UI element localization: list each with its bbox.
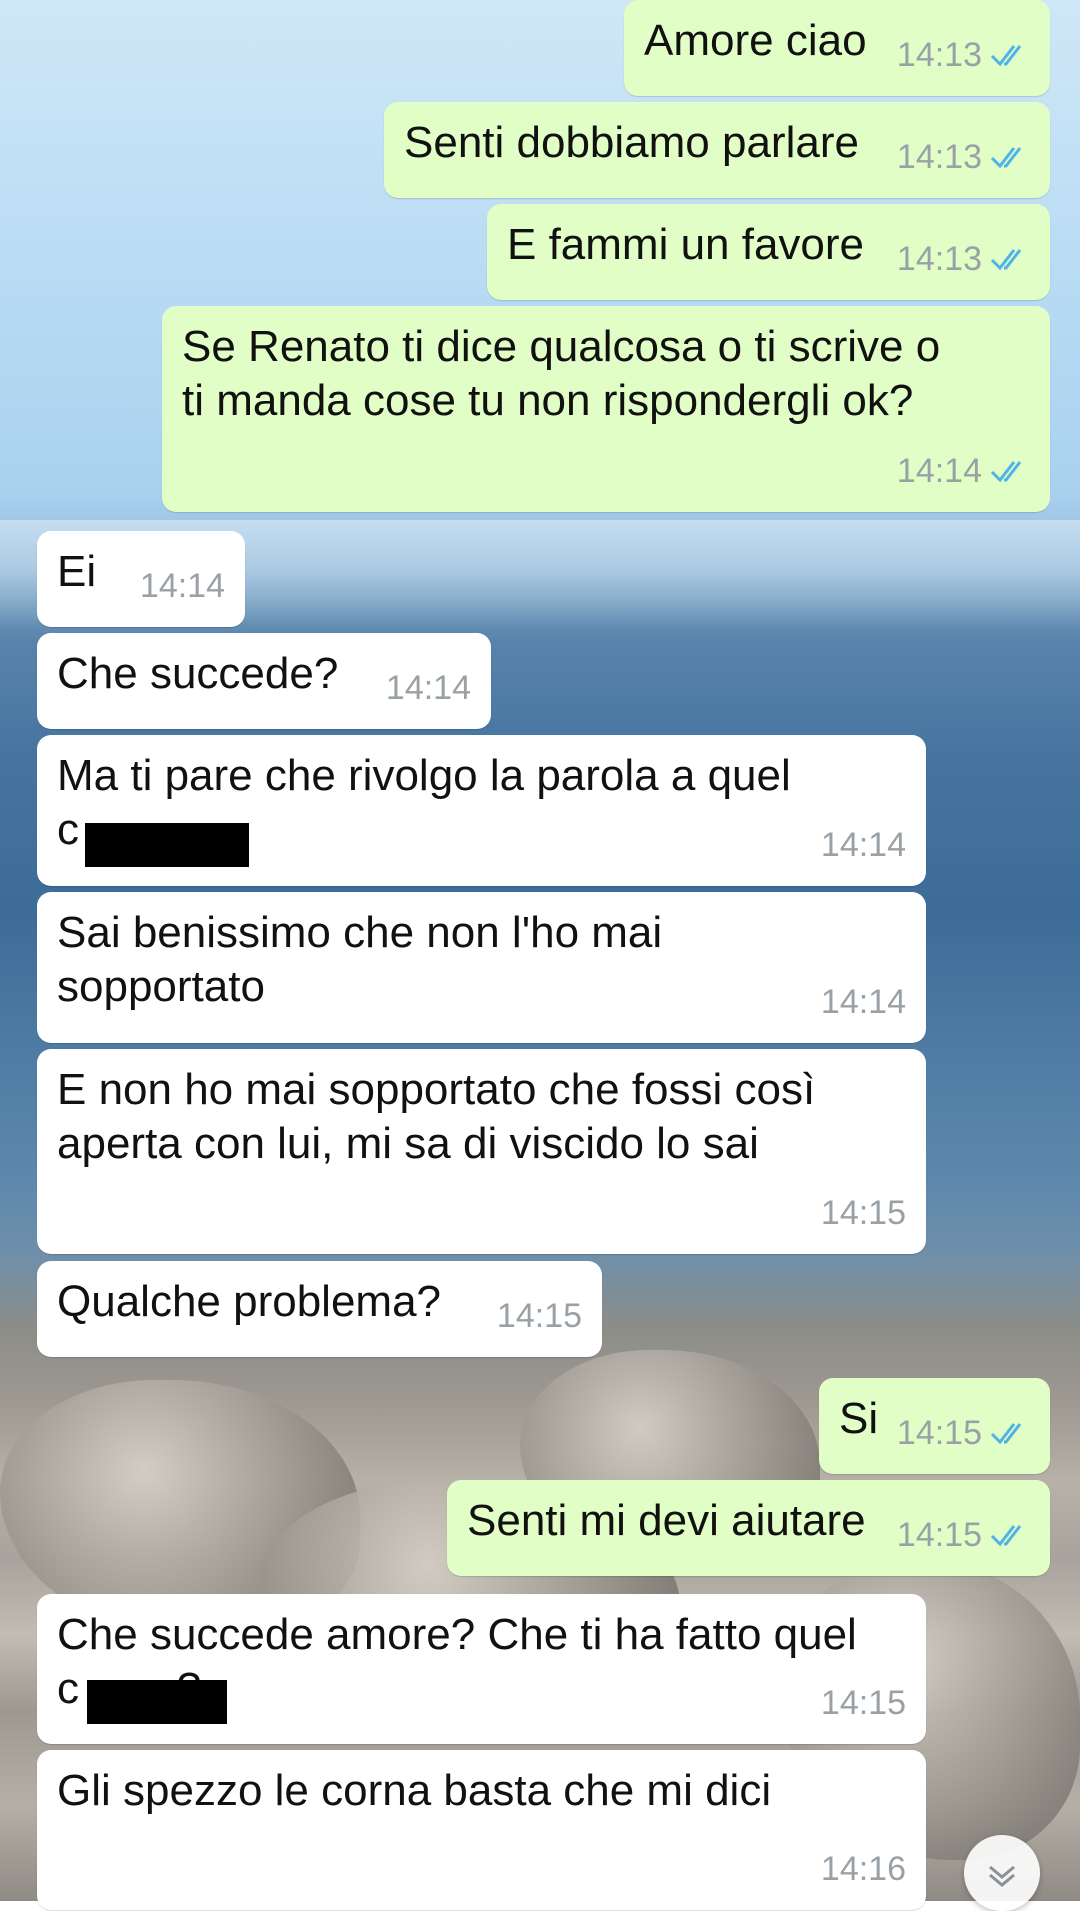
message-bubble-outgoing[interactable]: Se Renato ti dice qualcosa o ti scrive o… <box>162 306 1050 512</box>
message-meta: 14:15 <box>897 1406 1030 1460</box>
message-text: Amore ciao <box>644 16 867 65</box>
double-check-icon <box>990 461 1022 483</box>
message-bubble-incoming[interactable]: Ma ti pare che rivolgo la parola a quel … <box>37 735 926 886</box>
double-check-icon <box>990 249 1022 271</box>
message-time: 14:13 <box>896 240 982 278</box>
message-bubble-incoming[interactable]: Che succede? 14:14 <box>37 633 491 729</box>
double-check-icon <box>990 1525 1022 1547</box>
message-time: 14:15 <box>496 1297 582 1335</box>
message-meta: 14:14 <box>386 661 471 715</box>
message-text: Qualche problema? <box>57 1277 442 1326</box>
message-meta: 14:15 <box>821 1676 906 1730</box>
message-meta: 14:16 <box>821 1842 906 1896</box>
message-bubble-incoming[interactable]: Qualche problema? 14:15 <box>37 1261 602 1357</box>
message-meta: 14:15 <box>821 1186 906 1240</box>
message-time: 14:14 <box>896 452 982 490</box>
message-text: Ei <box>57 547 97 596</box>
message-meta: 14:14 <box>897 444 1030 498</box>
message-time: 14:14 <box>385 669 471 707</box>
message-text: Se Renato ti dice qualcosa o ti scrive o… <box>182 322 941 425</box>
message-text: Senti mi devi aiutare <box>467 1496 866 1545</box>
message-bubble-outgoing[interactable]: E fammi un favore 14:13 <box>487 204 1050 300</box>
message-text: Senti dobbiamo parlare <box>404 118 859 167</box>
redaction-bar <box>85 823 249 867</box>
message-time: 14:15 <box>820 1684 906 1722</box>
chevron-down-icon <box>989 1865 1015 1887</box>
message-time: 14:14 <box>820 983 906 1021</box>
message-time: 14:14 <box>139 567 225 605</box>
message-bubble-outgoing[interactable]: Si 14:15 <box>819 1378 1050 1474</box>
message-bubble-incoming[interactable]: Sai benissimo che non l'ho mai sopportat… <box>37 892 926 1043</box>
message-time: 14:13 <box>896 36 982 74</box>
message-text: Gli spezzo le corna basta che mi dici <box>57 1766 772 1815</box>
double-check-icon <box>990 147 1022 169</box>
message-text: Che succede? <box>57 649 339 698</box>
message-text: E fammi un favore <box>507 220 865 269</box>
message-bubble-incoming[interactable]: E non ho mai sopportato che fossi così a… <box>37 1049 926 1254</box>
message-bubble-outgoing[interactable]: Senti mi devi aiutare 14:15 <box>447 1480 1050 1576</box>
message-bubble-incoming[interactable]: Che succede amore? Che ti ha fatto quel … <box>37 1594 926 1744</box>
message-meta: 14:15 <box>897 1508 1030 1562</box>
double-check-icon <box>990 1423 1022 1445</box>
message-text: Si <box>839 1394 879 1443</box>
message-meta: 14:14 <box>821 975 906 1029</box>
double-check-icon <box>990 45 1022 67</box>
message-time: 14:14 <box>820 826 906 864</box>
message-bubble-incoming[interactable]: Gli spezzo le corna basta che mi dici 14… <box>37 1750 926 1910</box>
message-text: E non ho mai sopportato che fossi così a… <box>57 1065 816 1168</box>
scroll-to-bottom-button[interactable] <box>964 1835 1040 1911</box>
message-meta: 14:13 <box>897 130 1030 184</box>
message-meta: 14:15 <box>497 1289 582 1343</box>
message-meta: 14:13 <box>897 232 1030 286</box>
message-meta: 14:14 <box>140 559 225 613</box>
message-time: 14:15 <box>820 1194 906 1232</box>
message-meta: 14:13 <box>897 28 1030 82</box>
message-time: 14:15 <box>896 1414 982 1452</box>
message-time: 14:13 <box>896 138 982 176</box>
message-bubble-outgoing[interactable]: Senti dobbiamo parlare 14:13 <box>384 102 1050 198</box>
message-time: 14:15 <box>896 1516 982 1554</box>
redaction-bar <box>87 1680 227 1724</box>
message-meta: 14:14 <box>821 818 906 872</box>
message-bubble-outgoing[interactable]: Amore ciao 14:13 <box>624 0 1050 96</box>
message-text: Sai benissimo che non l'ho mai sopportat… <box>57 908 663 1011</box>
message-time: 14:16 <box>820 1850 906 1888</box>
message-bubble-incoming[interactable]: Ei 14:14 <box>37 531 245 627</box>
